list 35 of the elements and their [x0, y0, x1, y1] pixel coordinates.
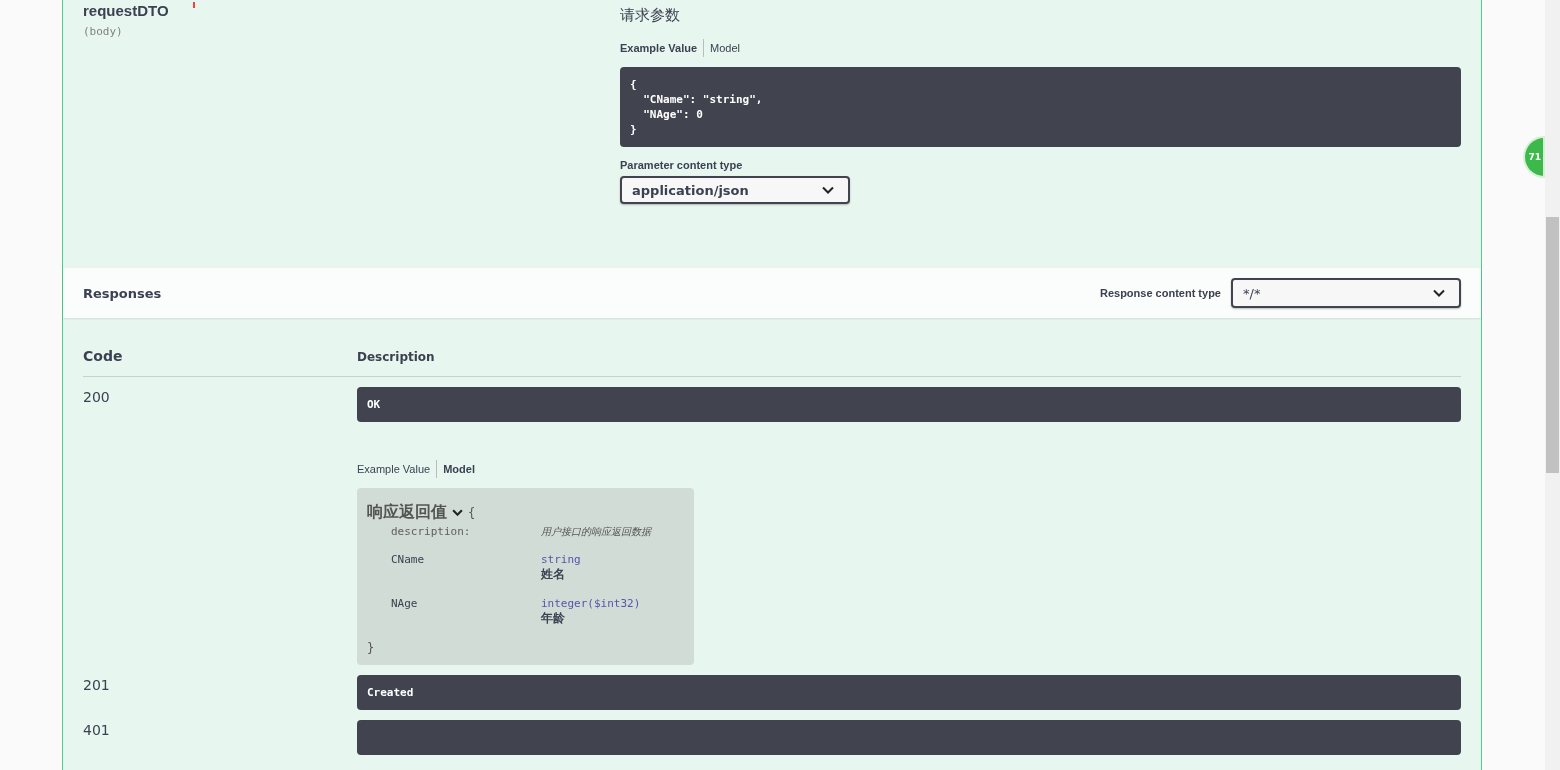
tab[interactable]: Model: [437, 463, 481, 475]
chevron-down-icon: [822, 186, 834, 194]
chevron-down-icon: [1433, 289, 1445, 297]
brace: }: [367, 641, 376, 655]
property-name: description:: [391, 525, 472, 539]
scrollbar-thumb[interactable]: [1546, 217, 1559, 473]
parameter-name: requestDTO: [83, 2, 169, 19]
responses-title: Responses: [83, 285, 162, 301]
tab[interactable]: Example Value: [357, 463, 437, 475]
brace: {: [468, 505, 476, 520]
content-type-select[interactable]: application/json: [620, 176, 850, 204]
example-code-block: { "CName": "string", "NAge": 0 }: [620, 67, 1461, 147]
tab[interactable]: Example Value: [620, 42, 704, 54]
model-title[interactable]: 响应返回值: [367, 502, 447, 523]
property-description: 年龄: [541, 610, 566, 627]
tab[interactable]: Model: [704, 42, 746, 54]
model-description: 用户接口的响应返回数据: [541, 525, 653, 539]
response-description: OK: [357, 387, 1461, 422]
column-header: Code: [83, 348, 124, 364]
column-header: Description: [357, 350, 436, 364]
property-description: 姓名: [541, 566, 566, 583]
property-name: NAge: [391, 597, 419, 612]
property-type: integer($int32): [541, 597, 642, 610]
property-name: CName: [391, 553, 426, 568]
response-code: 201: [83, 677, 110, 693]
content-type-label: Parameter content type: [620, 159, 744, 171]
response-description: Created: [357, 675, 1461, 710]
chevron-down-icon[interactable]: [452, 509, 463, 516]
content-type-select[interactable]: */*: [1231, 278, 1461, 308]
content-type-label: Response content type: [1099, 287, 1221, 299]
parameter-description: 请求参数: [620, 6, 681, 25]
property-type: string: [541, 553, 582, 566]
response-code: 401: [83, 722, 110, 738]
response-code: 200: [83, 389, 110, 405]
parameter-location: (body): [83, 25, 124, 38]
